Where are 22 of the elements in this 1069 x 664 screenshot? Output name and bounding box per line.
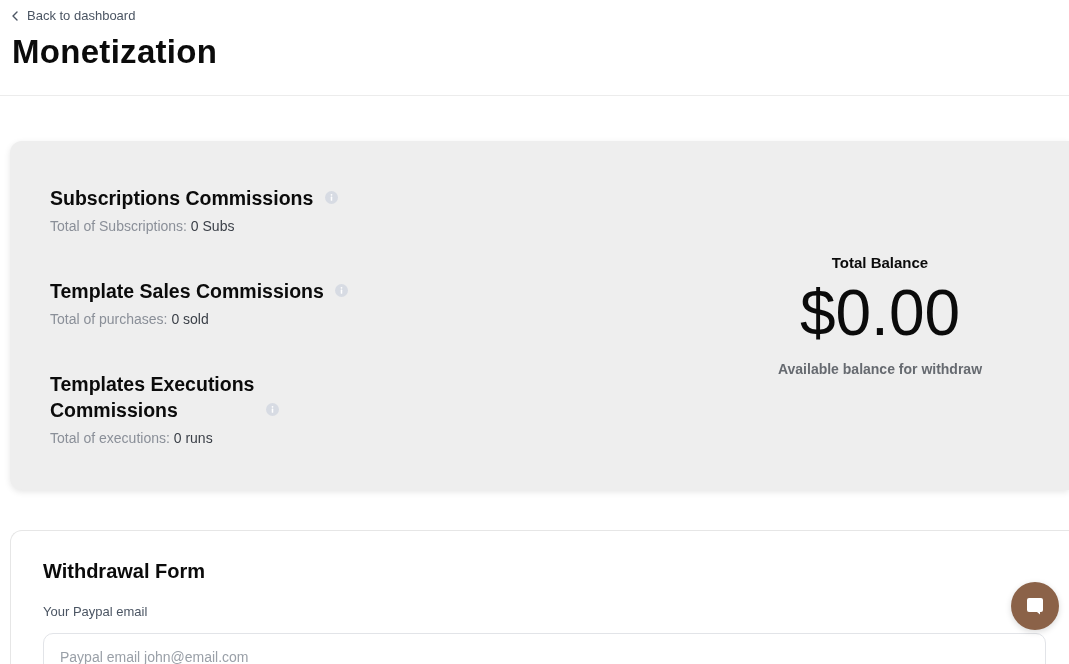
stat-value: 0 runs xyxy=(173,429,213,446)
balance-title: Total Balance xyxy=(831,253,929,273)
balance-amount: $0.00 xyxy=(799,278,961,348)
stat-label: Total of executions: xyxy=(50,429,170,446)
stat-value: 0 Subs xyxy=(190,217,235,234)
section-heading: Templates Executions Commissions xyxy=(50,371,256,423)
info-icon[interactable] xyxy=(266,402,279,416)
speech-bubble-icon xyxy=(1026,597,1044,615)
page-title: Monetization xyxy=(12,32,218,72)
email-input[interactable]: Paypal email john@email.com xyxy=(43,633,1046,664)
back-link[interactable]: Back to dashboard xyxy=(12,7,136,25)
field-label: Your Paypal email xyxy=(43,603,148,621)
section-heading: Template Sales Commissions xyxy=(50,278,325,304)
section-heading: Subscriptions Commissions xyxy=(50,185,315,211)
stat-value: 0 sold xyxy=(171,310,209,327)
form-title: Withdrawal Form xyxy=(43,559,206,584)
info-icon[interactable] xyxy=(335,283,348,297)
stat-label: Total of purchases: xyxy=(50,310,168,327)
info-icon[interactable] xyxy=(325,190,338,204)
balance-caption: Available balance for withdraw xyxy=(777,360,983,378)
stat-label: Total of Subscriptions: xyxy=(50,217,187,234)
chevron-left-icon xyxy=(12,11,18,21)
